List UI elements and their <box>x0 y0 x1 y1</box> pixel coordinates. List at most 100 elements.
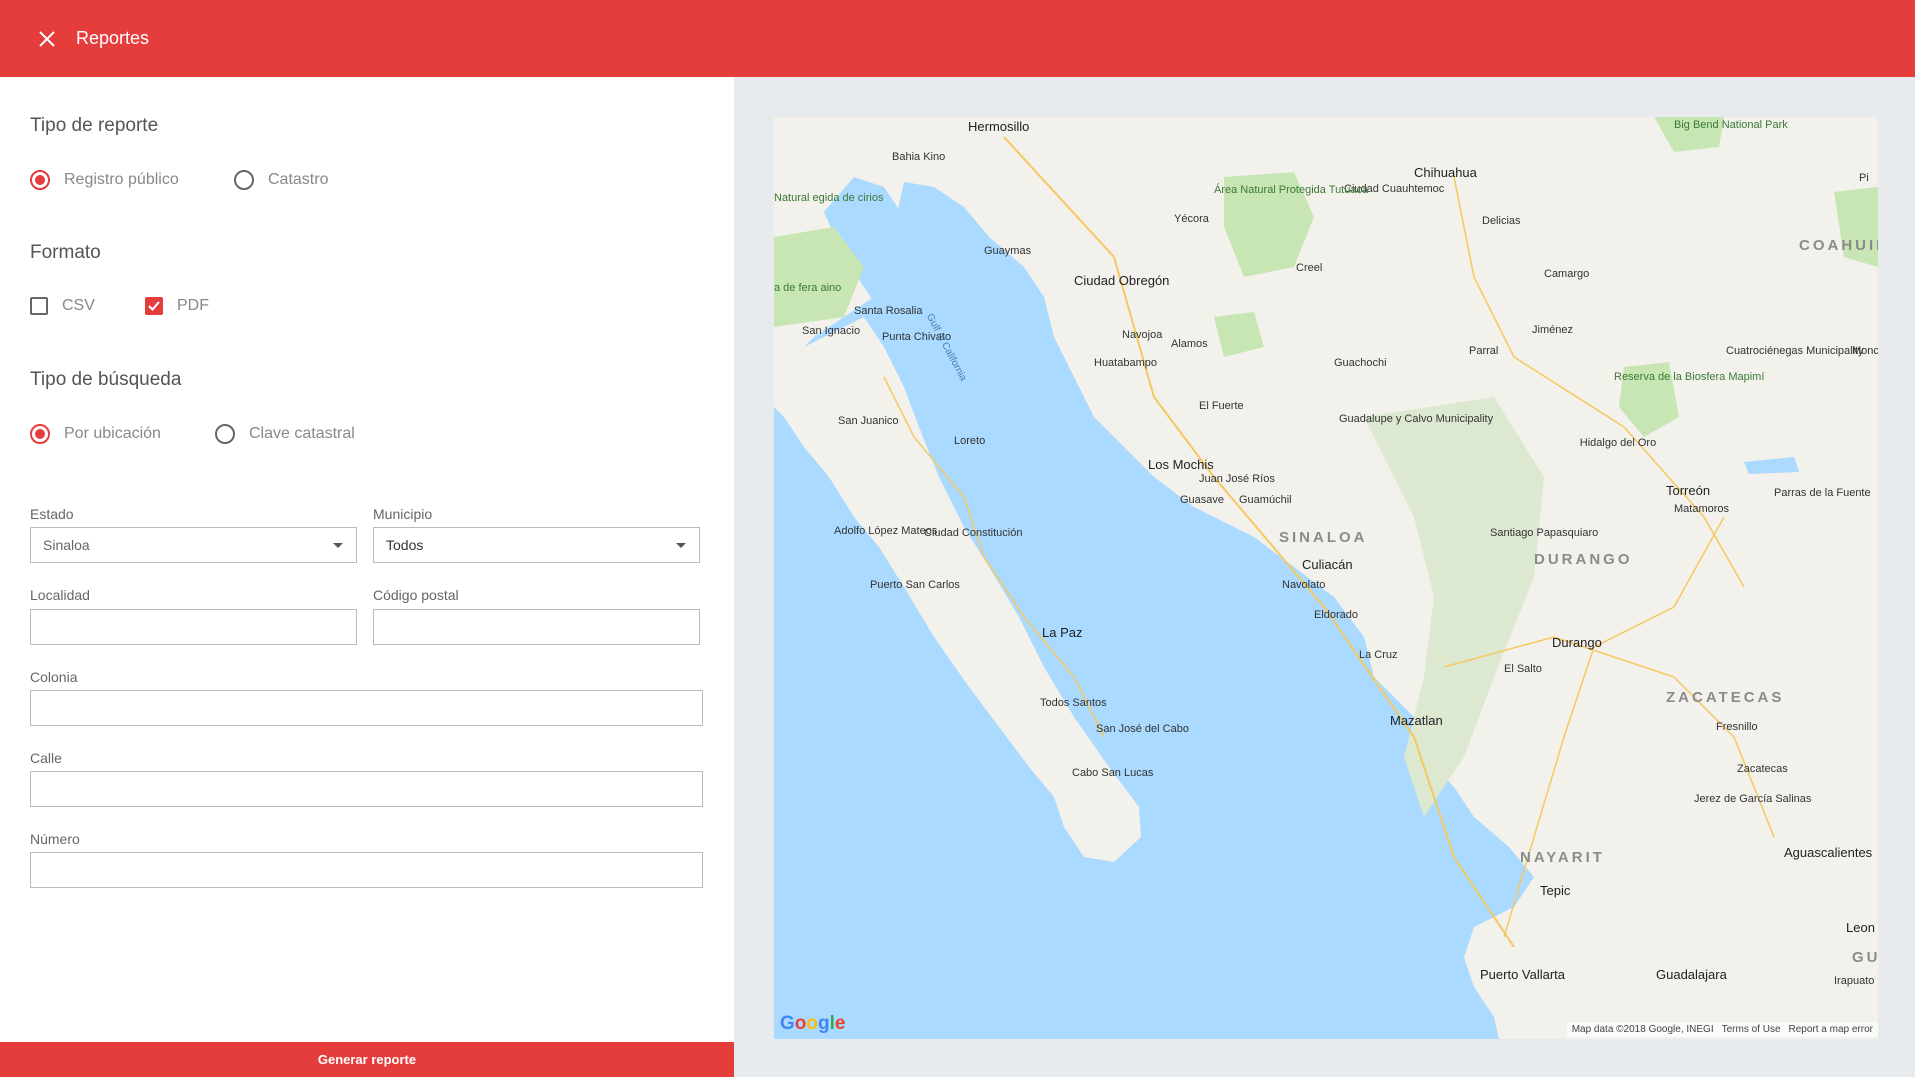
checkbox-csv[interactable]: CSV <box>30 297 95 315</box>
map-label: Guaymas <box>984 245 1032 257</box>
park-area-shape <box>1834 187 1878 267</box>
map-label: La Paz <box>1042 625 1083 640</box>
localidad-label: Localidad <box>30 587 90 603</box>
google-logo[interactable]: Google <box>780 1013 845 1035</box>
map-label: COAHUIL <box>1799 237 1878 254</box>
codigo-postal-field[interactable] <box>373 609 700 645</box>
map-label: Leon <box>1846 920 1875 935</box>
map-label: Mazatlan <box>1390 713 1443 728</box>
colonia-input[interactable] <box>43 700 690 716</box>
app-title: Reportes <box>76 28 150 48</box>
map-label: GUAN <box>1852 949 1878 966</box>
map-label: San Juanico <box>838 415 899 427</box>
calle-field[interactable] <box>30 771 703 807</box>
map-label: SINALOA <box>1279 529 1368 546</box>
park-area-shape <box>1214 312 1264 357</box>
checkmark-icon <box>148 301 160 311</box>
app-bar: Reportes <box>0 0 1915 77</box>
map-label: Cuatrociénegas Municipality <box>1726 345 1864 357</box>
map-geography <box>774 117 1878 1039</box>
map-label: Ciudad Obregón <box>1074 273 1170 288</box>
localidad-input[interactable] <box>43 619 344 635</box>
map-label: Reserva de la Biosfera Mapimí <box>1614 371 1765 383</box>
map-label: Chihuahua <box>1414 165 1477 180</box>
map-label: Matamoros <box>1674 503 1730 515</box>
map-label: Navojoa <box>1122 329 1163 341</box>
map-label: ZACATECAS <box>1666 689 1785 706</box>
radio-unselected-icon[interactable] <box>234 170 254 190</box>
map-data-text: Map data ©2018 Google, INEGI <box>1571 1024 1714 1035</box>
radio-por-ubicacion[interactable]: Por ubicación <box>30 424 161 444</box>
report-type-title: Tipo de reporte <box>30 115 159 136</box>
estado-value: Sinaloa <box>43 537 90 553</box>
map-label: Big Bend National Park <box>1674 119 1788 131</box>
map-label: Guachochi <box>1334 357 1387 369</box>
radio-label: Registro público <box>64 171 179 188</box>
radio-clave-catastral[interactable]: Clave catastral <box>215 424 355 444</box>
radio-registro-publico[interactable]: Registro público <box>30 170 179 190</box>
numero-label: Número <box>30 831 80 847</box>
map-label: Cabo San Lucas <box>1072 767 1154 779</box>
map-label: Alamos <box>1171 338 1208 350</box>
map-label: Puerto Vallarta <box>1480 967 1566 982</box>
map-label: Santa Rosalia <box>854 305 923 317</box>
map-label: Torreón <box>1666 483 1711 498</box>
map-label: Camargo <box>1544 268 1590 280</box>
map-canvas[interactable]: Hermosillo Bahia Kino Chihuahua Ciudad C… <box>774 117 1878 1039</box>
municipio-select[interactable]: Todos <box>373 527 700 563</box>
map-panel: Hermosillo Bahia Kino Chihuahua Ciudad C… <box>734 77 1915 1077</box>
format-title: Formato <box>30 242 101 263</box>
map-label: Guadalupe y Calvo Municipality <box>1339 413 1494 425</box>
radio-catastro[interactable]: Catastro <box>234 170 328 190</box>
codigo-postal-input[interactable] <box>386 619 687 635</box>
checkbox-label: CSV <box>62 297 95 314</box>
map-label: Juan José Ríos <box>1199 473 1275 485</box>
map-label: Durango <box>1552 635 1602 650</box>
generate-report-button[interactable]: Generar reporte <box>0 1042 734 1077</box>
checkbox-unchecked-icon[interactable] <box>30 297 48 315</box>
map-label: Todos Santos <box>1040 697 1107 709</box>
radio-label: Por ubicación <box>64 425 161 442</box>
map-label: NAYARIT <box>1520 849 1605 866</box>
report-map-error-link[interactable]: Report a map error <box>1789 1024 1873 1035</box>
close-button[interactable] <box>30 22 64 56</box>
search-type-title: Tipo de búsqueda <box>30 369 182 390</box>
radio-selected-icon[interactable] <box>30 424 50 444</box>
checkbox-checked-icon[interactable] <box>145 297 163 315</box>
colonia-label: Colonia <box>30 669 78 685</box>
dropdown-arrow-icon <box>676 543 686 548</box>
dropdown-arrow-icon <box>333 543 343 548</box>
municipio-label: Municipio <box>373 506 433 522</box>
map-label: Puerto San Carlos <box>870 579 960 591</box>
map-label: Área Natural Protegida Tutuaca <box>1214 184 1369 196</box>
map-label: Pi <box>1859 172 1869 184</box>
calle-input[interactable] <box>43 781 690 797</box>
map-label: Delicias <box>1482 215 1521 227</box>
estado-select[interactable]: Sinaloa <box>30 527 357 563</box>
map-label: Monc <box>1852 345 1878 357</box>
map-label: Guadalajara <box>1656 967 1727 982</box>
map-label: a de fera aino <box>774 282 841 294</box>
map-label: Aguascalientes <box>1784 845 1873 860</box>
checkbox-pdf[interactable]: PDF <box>145 297 209 315</box>
numero-field[interactable] <box>30 852 703 888</box>
colonia-field[interactable] <box>30 690 703 726</box>
radio-unselected-icon[interactable] <box>215 424 235 444</box>
map-label: Tepic <box>1540 883 1571 898</box>
map-label: Parras de la Fuente <box>1774 487 1871 499</box>
map-label: Fresnillo <box>1716 721 1758 733</box>
radio-label: Clave catastral <box>249 425 355 442</box>
map-label: El Salto <box>1504 663 1542 675</box>
calle-label: Calle <box>30 750 62 766</box>
map-label: Hermosillo <box>968 119 1030 134</box>
map-label: Ciudad Constitución <box>924 527 1023 539</box>
map-label: Hidalgo del Oro <box>1579 437 1657 449</box>
terms-link[interactable]: Terms of Use <box>1722 1024 1781 1035</box>
numero-input[interactable] <box>43 862 690 878</box>
report-form-panel: Tipo de reporte Registro público Catastr… <box>0 77 734 1077</box>
radio-selected-icon[interactable] <box>30 170 50 190</box>
map-label: Guamúchil <box>1239 494 1292 506</box>
localidad-field[interactable] <box>30 609 357 645</box>
map-label: Navolato <box>1282 579 1326 591</box>
map-label: Guasave <box>1180 494 1225 506</box>
